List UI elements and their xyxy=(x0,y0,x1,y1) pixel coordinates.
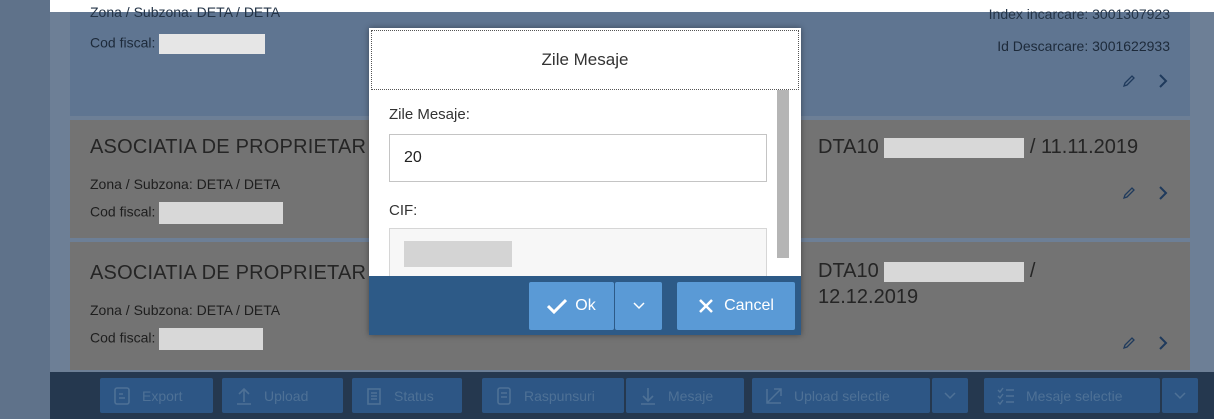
upload-selectie-label: Upload selectie xyxy=(794,387,890,404)
row-actions xyxy=(1122,74,1170,88)
row-zona: Zona / Subzona: DETA / DETA xyxy=(90,4,281,20)
raspunsuri-label: Raspunsuri xyxy=(524,387,595,404)
doc-date: / 11.11.2019 xyxy=(1029,136,1139,158)
cod-fiscal-label: Cod fiscal: xyxy=(90,203,156,220)
upload-selection-icon xyxy=(766,387,782,404)
export-button[interactable]: Export xyxy=(100,378,213,413)
zile-mesaje-dialog: Zile Mesaje Zile Mesaje: 20 CIF: Ok Canc… xyxy=(369,28,801,335)
id-descarcare: Id Descarcare: 3001622933 xyxy=(997,38,1170,54)
row-zona: Zona / Subzona: DETA / DETA xyxy=(90,176,281,192)
chevron-down-icon xyxy=(944,391,956,399)
mesaje-selectie-label: Mesaje selectie xyxy=(1026,387,1123,404)
cif-input[interactable] xyxy=(389,228,767,276)
edit-icon[interactable] xyxy=(1122,336,1136,350)
doc-date: 12.12.2019 xyxy=(818,286,919,308)
doc-prefix: DTA10 xyxy=(818,260,879,282)
row-actions xyxy=(1122,336,1170,350)
upload-icon xyxy=(237,387,251,405)
chevron-down-icon xyxy=(1174,391,1186,399)
chevron-right-icon[interactable] xyxy=(1156,336,1170,350)
chevron-down-icon xyxy=(632,302,645,310)
doc-prefix: DTA10 xyxy=(818,136,879,158)
status-label: Status xyxy=(394,387,434,404)
cancel-button[interactable]: Cancel xyxy=(677,282,795,330)
close-icon xyxy=(699,299,713,313)
index-incarcare: Index incarcare: 3001307923 xyxy=(988,6,1170,22)
doc-separator: / xyxy=(1029,260,1036,282)
upload-label: Upload xyxy=(264,387,309,404)
row-title: ASOCIATIA DE PROPRIETAR xyxy=(90,262,367,284)
clipboard-icon xyxy=(367,387,381,405)
left-sidebar xyxy=(0,0,50,419)
row-cod-fiscal: Cod fiscal: xyxy=(90,328,264,350)
row-cod-fiscal: Cod fiscal: xyxy=(90,202,284,224)
redacted-value xyxy=(159,202,284,224)
document-id: DTA10 / xyxy=(818,260,1035,283)
cancel-label: Cancel xyxy=(724,297,774,314)
zile-mesaje-label: Zile Mesaje: xyxy=(389,106,470,123)
document-id: DTA10 / 11.11.2019 xyxy=(818,136,1138,159)
row-zona: Zona / Subzona: DETA / DETA xyxy=(90,302,281,318)
export-label: Export xyxy=(142,387,183,404)
download-icon xyxy=(641,387,655,405)
export-icon xyxy=(114,386,130,405)
redacted-value xyxy=(884,137,1025,158)
upload-selectie-button[interactable]: Upload selectie xyxy=(752,378,930,413)
chevron-right-icon[interactable] xyxy=(1156,74,1170,88)
redacted-value xyxy=(159,328,264,350)
redacted-value xyxy=(404,241,512,267)
raspunsuri-button[interactable]: Raspunsuri xyxy=(482,378,624,413)
zile-mesaje-input[interactable]: 20 xyxy=(389,134,767,182)
mesaje-button[interactable]: Mesaje xyxy=(626,378,744,413)
cod-fiscal-label: Cod fiscal: xyxy=(90,34,156,51)
dialog-body: Zile Mesaje: 20 CIF: xyxy=(369,90,801,276)
ok-label: Ok xyxy=(575,297,596,314)
row-cod-fiscal: Cod fiscal: xyxy=(90,34,266,54)
footer-toolbar: Export Upload Status Raspunsuri Mesaje U… xyxy=(50,372,1214,419)
dialog-scrollbar[interactable] xyxy=(777,90,789,258)
ok-button[interactable]: Ok xyxy=(529,282,614,330)
ok-dropdown-button[interactable] xyxy=(615,282,662,330)
mesaje-label: Mesaje xyxy=(668,387,714,404)
status-button[interactable]: Status xyxy=(352,378,462,413)
chevron-right-icon[interactable] xyxy=(1156,186,1170,200)
checkmark-icon xyxy=(547,298,568,314)
upload-selectie-dropdown[interactable] xyxy=(932,378,968,413)
redacted-value xyxy=(884,261,1025,282)
cif-label: CIF: xyxy=(389,202,418,219)
cod-fiscal-label: Cod fiscal: xyxy=(90,329,156,346)
row-actions xyxy=(1122,186,1170,200)
edit-icon[interactable] xyxy=(1122,186,1136,200)
dialog-footer: Ok Cancel xyxy=(369,276,801,335)
row-title: ASOCIATIA DE PROPRIETAR xyxy=(90,136,367,158)
redacted-value xyxy=(159,34,266,54)
upload-button[interactable]: Upload xyxy=(222,378,343,413)
checklist-icon xyxy=(997,387,1014,405)
mesaje-selectie-button[interactable]: Mesaje selectie xyxy=(984,378,1160,413)
edit-icon[interactable] xyxy=(1122,74,1136,88)
dialog-title: Zile Mesaje xyxy=(371,30,799,90)
mesaje-selectie-dropdown[interactable] xyxy=(1162,378,1198,413)
document-list-icon xyxy=(497,386,511,405)
